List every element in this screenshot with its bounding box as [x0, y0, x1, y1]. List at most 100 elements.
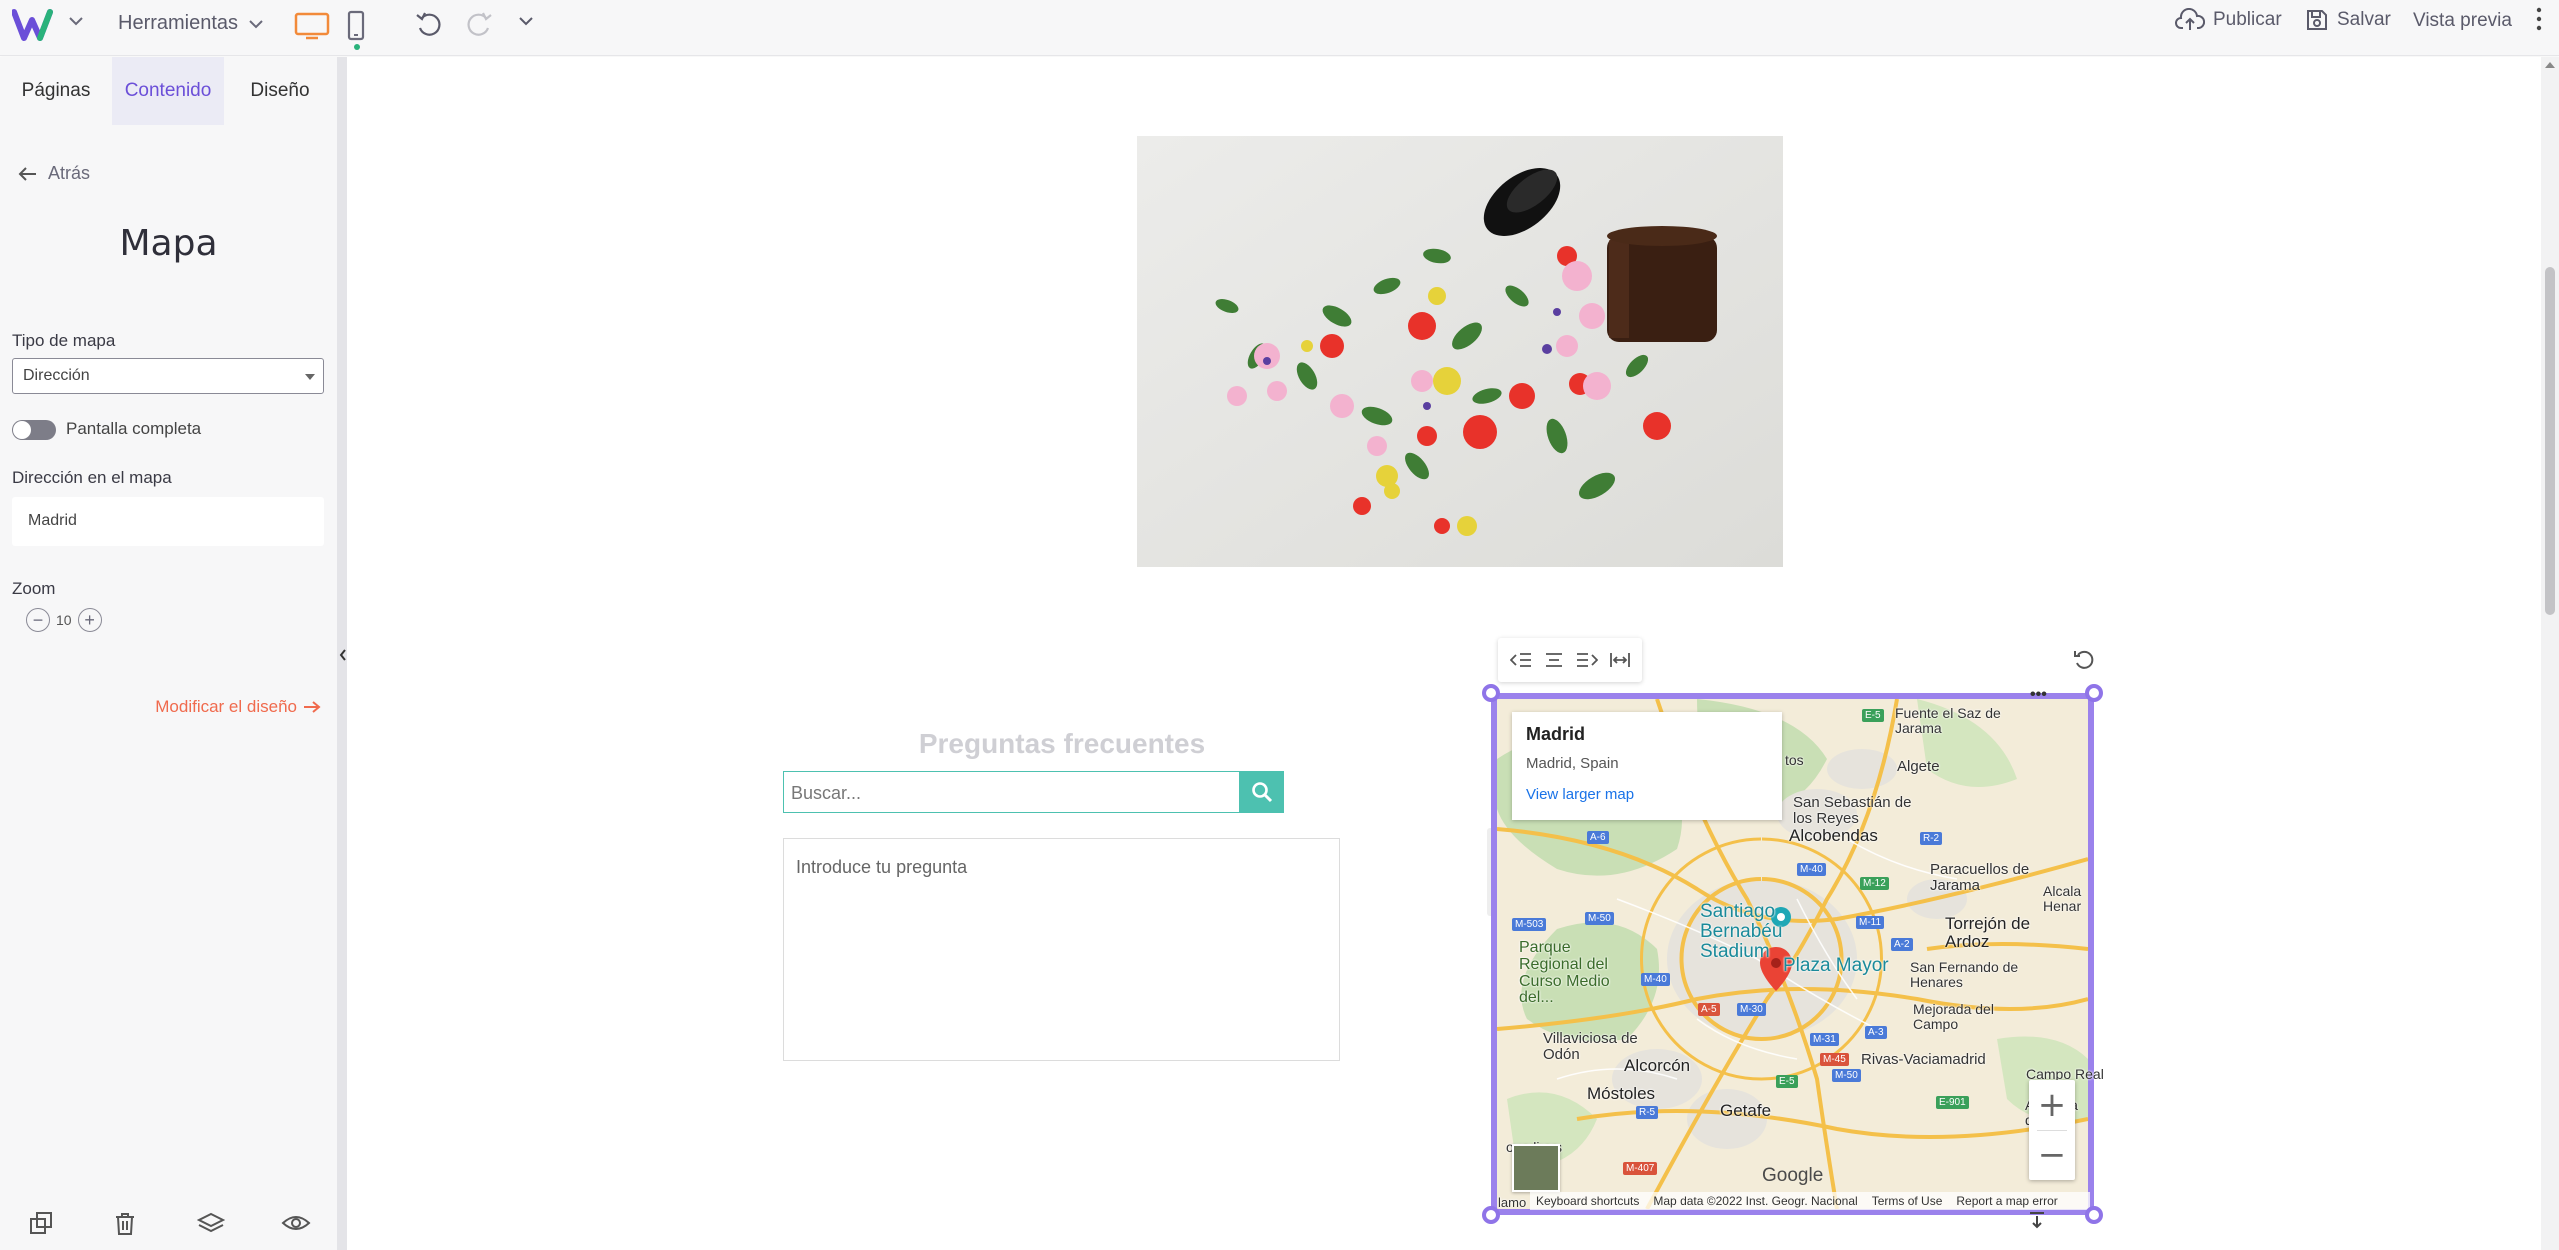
tab-diseno[interactable]: Diseño: [224, 57, 336, 125]
save-button[interactable]: Salvar: [2305, 8, 2391, 32]
cloud-upload-icon: [2175, 8, 2205, 30]
modify-design-link[interactable]: Modificar el diseño: [155, 697, 321, 717]
road-shield: A-5: [1698, 1003, 1720, 1016]
map-info-card: Madrid Madrid, Spain View larger map: [1512, 712, 1782, 820]
redo-icon[interactable]: [464, 10, 494, 40]
chevron-down-icon: [249, 19, 263, 28]
tab-paginas[interactable]: Páginas: [0, 57, 112, 125]
mobile-view-icon[interactable]: [346, 10, 366, 42]
caret-down-icon: [305, 374, 315, 380]
map-zoom-out-button[interactable]: −: [2029, 1130, 2075, 1180]
keyboard-shortcuts-link[interactable]: Keyboard shortcuts: [1536, 1194, 1639, 1208]
faq-question-textarea[interactable]: Introduce tu pregunta: [783, 838, 1340, 1061]
canvas-scrollbar[interactable]: [2541, 57, 2559, 1250]
zoom-decrease-icon[interactable]: −: [26, 608, 50, 632]
faq-search-button[interactable]: [1239, 771, 1284, 813]
map-label-bernabeu: Santiago Bernabéu Stadium: [1700, 901, 1783, 962]
arrow-left-icon: [18, 166, 36, 181]
road-shield: M-50: [1832, 1069, 1861, 1082]
map-element-toolbar: [1498, 638, 1642, 682]
more-vertical-icon[interactable]: [2535, 4, 2543, 34]
road-shield: M-503: [1512, 918, 1547, 931]
fullscreen-toggle[interactable]: [12, 420, 56, 440]
resize-handle-top-left[interactable]: [1482, 684, 1500, 702]
save-label: Salvar: [2337, 9, 2391, 30]
map-label-rivas: Rivas-Vaciamadrid: [1861, 1051, 1986, 1068]
map-type-value: Dirección: [23, 367, 90, 384]
eye-icon[interactable]: [281, 1211, 311, 1240]
zoom-increase-icon[interactable]: +: [77, 608, 102, 632]
road-shield: M-407: [1623, 1162, 1658, 1175]
map-label-parque: Parque Regional del Curso Medio del...: [1519, 939, 1610, 1007]
map-label-alcala: Alcala Henar: [2043, 883, 2082, 914]
map-label-sanseb: San Sebastián de los Reyes: [1793, 794, 1912, 827]
logo-icon[interactable]: [12, 8, 60, 42]
satellite-toggle[interactable]: [1512, 1144, 1560, 1192]
full-width-icon[interactable]: [1609, 651, 1631, 669]
road-shield: M-31: [1810, 1033, 1839, 1046]
map-label-alcorcon: Alcorcón: [1624, 1056, 1691, 1075]
preview-button[interactable]: Vista previa: [2413, 10, 2512, 32]
back-label: Atrás: [48, 163, 91, 183]
faq-title: Preguntas frecuentes: [918, 728, 1206, 759]
map-label-mejorada: Mejorada del Campo: [1913, 1001, 1994, 1032]
road-shield: E-5: [1776, 1075, 1798, 1088]
trash-icon[interactable]: [113, 1211, 137, 1242]
road-shield: A-3: [1865, 1026, 1887, 1039]
scrollbar-thumb[interactable]: [2545, 267, 2555, 615]
logo-menu-chevron-icon[interactable]: [68, 16, 84, 26]
move-down-icon[interactable]: [2027, 1211, 2047, 1229]
reset-rotation-icon[interactable]: [2072, 648, 2096, 672]
publish-button[interactable]: Publicar: [2175, 8, 2282, 32]
resize-handle-top-right[interactable]: [2085, 684, 2103, 702]
address-label: Dirección en el mapa: [12, 468, 172, 487]
zoom-label: Zoom: [12, 579, 56, 598]
desktop-view-icon[interactable]: [294, 12, 330, 40]
map-label-plaza: Plaza Mayor: [1783, 955, 1889, 976]
map-label-alcobendas: Alcobendas: [1789, 826, 1878, 845]
element-more-icon[interactable]: •••: [2030, 686, 2047, 704]
tools-label: Herramientas: [118, 12, 239, 34]
road-shield: M-40: [1641, 973, 1670, 986]
resize-handle-bottom-right[interactable]: [2085, 1206, 2103, 1224]
road-shield: M-30: [1737, 1003, 1766, 1016]
tab-contenido[interactable]: Contenido: [112, 57, 224, 125]
tools-menu[interactable]: Herramientas: [118, 12, 264, 35]
flowers-jar-photo[interactable]: [1137, 136, 1783, 567]
sidebar-tabs: Páginas Contenido Diseño: [0, 57, 337, 125]
duplicate-icon[interactable]: [29, 1211, 55, 1242]
terms-of-use-link[interactable]: Terms of Use: [1872, 1194, 1943, 1208]
faq-search-input[interactable]: Buscar...: [783, 771, 1239, 813]
map-zoom-in-button[interactable]: +: [2029, 1080, 2075, 1130]
road-shield: M-50: [1585, 912, 1614, 925]
view-larger-map-link[interactable]: View larger map: [1526, 786, 1768, 803]
info-card-name: Madrid: [1526, 724, 1586, 744]
publish-label: Publicar: [2213, 9, 2282, 30]
back-button[interactable]: Atrás: [18, 163, 90, 184]
panel-title: Mapa: [119, 223, 218, 264]
address-input[interactable]: Madrid: [12, 497, 324, 546]
report-map-error-link[interactable]: Report a map error: [1956, 1194, 2057, 1208]
undo-icon[interactable]: [414, 10, 444, 40]
fullscreen-label: Pantalla completa: [66, 419, 202, 438]
resize-handle-bottom-left[interactable]: [1482, 1206, 1500, 1224]
map-type-select[interactable]: Dirección: [12, 358, 324, 394]
map-label-paracuellos: Paracuellos de Jarama: [1930, 861, 2030, 894]
align-right-icon[interactable]: [1576, 651, 1598, 669]
active-device-indicator: [354, 44, 360, 50]
map-data-text: Map data ©2022 Inst. Geogr. Nacional: [1653, 1194, 1858, 1208]
history-chevron-icon[interactable]: [518, 16, 534, 26]
map-label-sanfernando: San Fernando de Henares: [1910, 959, 2019, 990]
align-center-icon[interactable]: [1543, 651, 1565, 669]
road-shield: E-901: [1936, 1096, 1969, 1109]
map-label-getafe: Getafe: [1720, 1101, 1772, 1120]
align-left-icon[interactable]: [1509, 651, 1532, 669]
scroll-up-arrow-icon[interactable]: [2545, 62, 2555, 68]
info-card-address: Madrid, Spain: [1526, 755, 1619, 772]
layers-icon[interactable]: [196, 1211, 226, 1242]
map-label-tos: tos: [1785, 752, 1804, 768]
arrow-right-icon: [304, 701, 321, 713]
modify-design-label: Modificar el diseño: [155, 697, 297, 716]
google-logo: Google: [1762, 1165, 1824, 1186]
road-shield: A-6: [1587, 831, 1609, 844]
